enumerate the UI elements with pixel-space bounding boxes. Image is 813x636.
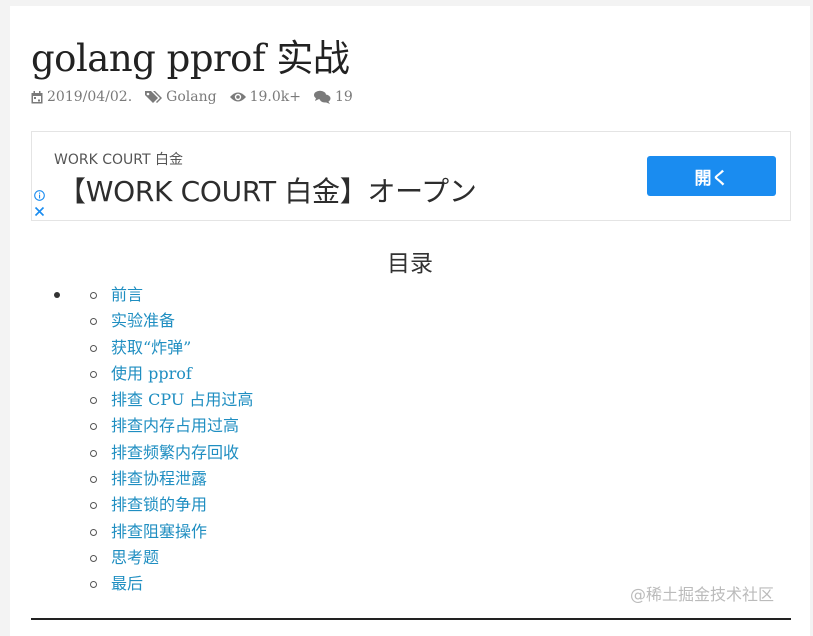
meta-date-text: 2019/04/02. — [47, 89, 133, 105]
toc-item: 排查协程泄露 — [90, 468, 253, 494]
eye-icon — [229, 92, 246, 102]
content-divider — [31, 618, 791, 620]
toc-item: 思考题 — [90, 547, 253, 573]
meta-comments-count[interactable]: 19 — [335, 89, 353, 105]
ad-banner[interactable]: WORK COURT 白金 【WORK COURT 白金】オープン 開く — [31, 131, 791, 221]
toc-bullet — [90, 397, 97, 405]
toc-bullet — [90, 449, 97, 457]
toc-link[interactable]: 排查锁的争用 — [111, 495, 207, 514]
toc-bullet — [90, 528, 97, 536]
toc-link[interactable]: 排查频繁内存回收 — [111, 443, 239, 462]
toc-item: 排查锁的争用 — [90, 494, 253, 520]
toc-bullet — [90, 318, 97, 326]
ad-open-button[interactable]: 開く — [647, 156, 776, 196]
toc-bullet — [90, 502, 97, 510]
meta-date: 2019/04/02. — [31, 89, 132, 105]
article-title: golang pprof 实战 — [31, 37, 350, 80]
toc-link[interactable]: 获取“炸弹” — [111, 338, 191, 357]
toc-item: 实验准备 — [90, 310, 253, 336]
toc-link[interactable]: 使用 pprof — [111, 364, 192, 383]
ad-close-icon[interactable] — [34, 206, 45, 217]
meta-comments[interactable]: 19 — [313, 89, 353, 105]
toc-title: 目录 — [387, 251, 433, 277]
toc-link[interactable]: 前言 — [111, 285, 143, 304]
ad-headline[interactable]: 【WORK COURT 白金】オープン — [58, 170, 477, 210]
toc-item: 排查 CPU 占用过高 — [90, 389, 253, 415]
toc-link[interactable]: 思考题 — [111, 548, 159, 567]
toc-bullet — [90, 344, 97, 352]
toc-bullet — [90, 292, 97, 299]
meta-category[interactable]: Golang — [145, 89, 217, 105]
meta-category-link[interactable]: Golang — [166, 89, 216, 105]
toc-bullet — [90, 476, 97, 484]
toc-item: 排查频繁内存回收 — [90, 442, 253, 468]
article-meta: 2019/04/02. Golang 19.0k+ 19 — [31, 87, 366, 107]
toc-link[interactable]: 实验准备 — [111, 311, 175, 330]
toc-bullet — [90, 370, 97, 378]
article-page: golang pprof 实战 2019/04/02. Golang 19.0k… — [10, 6, 810, 636]
watermark: @稀土掘金技术社区 — [630, 585, 775, 604]
toc-link[interactable]: 排查 CPU 占用过高 — [111, 390, 253, 409]
tags-icon — [145, 91, 163, 103]
meta-views-text: 19.0k+ — [249, 89, 301, 105]
toc-item: 前言 — [90, 284, 253, 310]
adchoices-info-icon[interactable] — [34, 190, 45, 201]
toc-outer-bullet — [54, 292, 60, 298]
comments-icon — [313, 90, 331, 104]
toc-item: 获取“炸弹” — [90, 337, 253, 363]
toc-bullet — [90, 581, 97, 589]
toc-link[interactable]: 排查内存占用过高 — [111, 416, 239, 435]
toc-link[interactable]: 最后 — [111, 574, 143, 593]
toc-item: 最后 — [90, 573, 253, 599]
toc-item: 排查阻塞操作 — [90, 521, 253, 547]
toc-item: 排查内存占用过高 — [90, 415, 253, 441]
toc-item: 使用 pprof — [90, 363, 253, 389]
toc-link[interactable]: 排查阻塞操作 — [111, 522, 207, 541]
toc-bullet — [90, 423, 97, 431]
meta-views: 19.0k+ — [229, 89, 301, 105]
calendar-icon — [31, 90, 43, 103]
ad-advertiser: WORK COURT 白金 — [54, 152, 183, 168]
toc-bullet — [90, 554, 97, 562]
toc-list: 前言 实验准备 获取“炸弹” 使用 pprof 排查 CPU 占用过高 排查内存… — [90, 284, 253, 600]
toc-link[interactable]: 排查协程泄露 — [111, 469, 207, 488]
